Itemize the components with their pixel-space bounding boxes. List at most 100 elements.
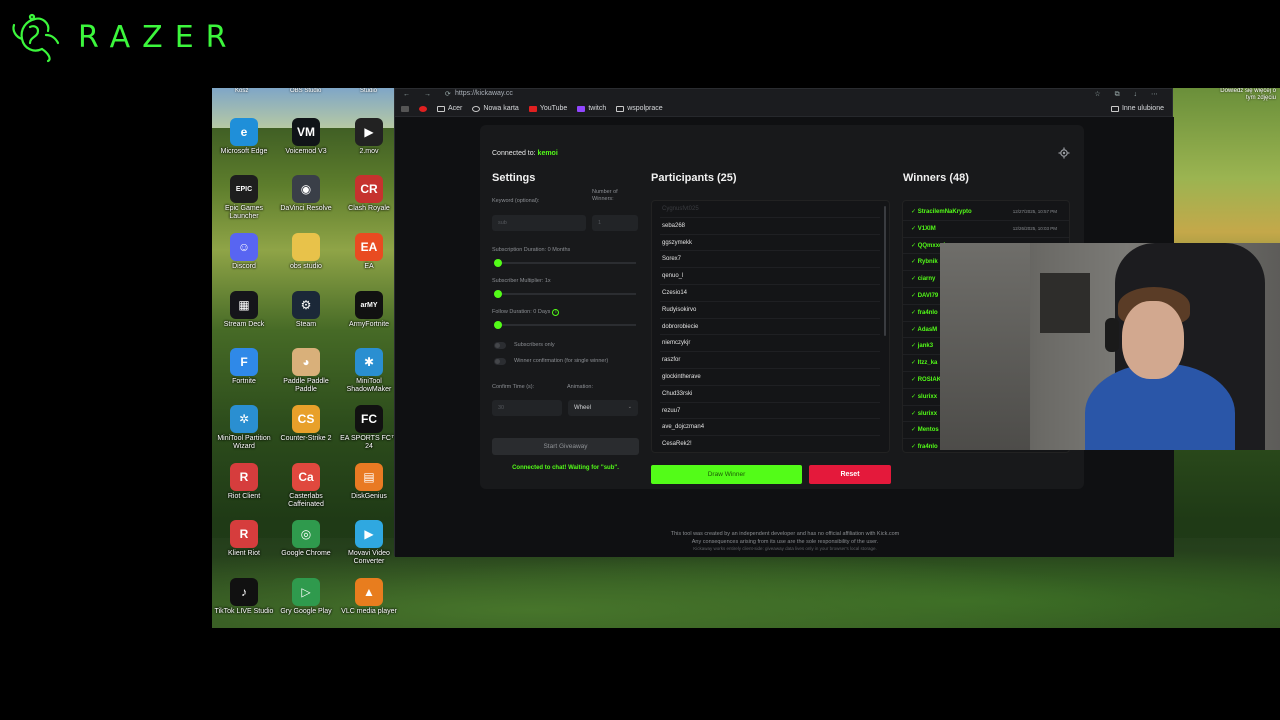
url-text[interactable]: https://kickaway.cc	[455, 90, 513, 97]
desktop-icon[interactable]: CS Counter-Strike 2	[275, 405, 337, 443]
slider-knob[interactable]	[494, 259, 502, 267]
follow-duration-slider[interactable]	[494, 321, 636, 329]
gear-icon[interactable]	[1058, 147, 1070, 159]
desktop-icon-label: Microsoft Edge	[220, 148, 268, 155]
check-icon: ✓	[911, 209, 918, 215]
desktop-icon-label: Voicemod V3	[285, 148, 327, 155]
participants-list[interactable]: Cygnusfvt025 seba268 ggszymekk Sorex7 qenuo…	[651, 200, 890, 453]
desktop-icon[interactable]: R Riot Client	[213, 463, 275, 501]
edge-icon: e	[230, 118, 258, 146]
desktop-icon[interactable]: ▦ Stream Deck	[213, 291, 275, 329]
bookmark-wspolprace[interactable]: wspolprace	[616, 105, 663, 112]
desktop-icon-label: Fortnite	[232, 378, 256, 385]
bookmark-new-tab[interactable]: Nowa karta	[472, 105, 519, 112]
desktop-icon-label: Casterlabs Caffeinated	[288, 493, 324, 508]
extensions-icons[interactable]: ☆ ⧉ ↓ ⋯	[1094, 90, 1164, 99]
stream-deck-icon: ▦	[230, 291, 258, 319]
participant-row: niemczykjr	[660, 335, 880, 353]
desktop-icon[interactable]: FC EA SPORTS FC™ 24	[338, 405, 400, 451]
desktop-icon[interactable]: ⚙ Steam	[275, 291, 337, 329]
sub-duration-label: Subscription Duration: 0 Months	[492, 247, 571, 253]
desktop-icon-label: ArmyFortnite	[348, 321, 390, 328]
draw-winner-button[interactable]: Draw Winner	[651, 465, 802, 484]
razer-snake-icon	[12, 13, 60, 63]
winner-confirmation-toggle[interactable]	[494, 358, 506, 365]
participant-row: Sorex7	[660, 251, 880, 269]
desktop-icon[interactable]: Ca Casterlabs Caffeinated	[275, 463, 337, 509]
subscribers-only-toggle[interactable]	[494, 342, 506, 349]
winner-confirmation-label: Winner confirmation (for single winner)	[514, 358, 609, 364]
address-bar[interactable]: ← → ⟳ https://kickaway.cc ☆ ⧉ ↓ ⋯	[395, 89, 1172, 101]
desktop-icon[interactable]: ◕ Paddle Paddle Paddle	[275, 348, 337, 394]
razer-brand-text: RAZER	[78, 19, 239, 55]
bookmark-other-favorites[interactable]: Inne ulubione	[1110, 105, 1164, 112]
minitool-partition-icon: ✲	[230, 405, 258, 433]
desktop-icon[interactable]: ◎ Google Chrome	[275, 520, 337, 558]
reset-button[interactable]: Reset	[809, 465, 891, 484]
desktop-icon[interactable]: ▤ DiskGenius	[338, 463, 400, 501]
animation-select[interactable]: Wheel ⌄	[568, 400, 638, 416]
desktop-icon[interactable]: ▶ Movavi Video Converter	[338, 520, 400, 566]
desktop-icon-label: Stream Deck	[223, 321, 265, 328]
slider-knob[interactable]	[494, 290, 502, 298]
confirm-time-input[interactable]: 30	[492, 400, 562, 416]
desktop-icon[interactable]: ◉ DaVinci Resolve	[275, 175, 337, 213]
sub-multiplier-slider[interactable]	[494, 290, 636, 298]
desktop-icon-label: 2.mov	[359, 148, 379, 155]
animation-label: Animation:	[567, 384, 593, 390]
winner-name: Mentos	[917, 427, 939, 434]
desktop-icon[interactable]: VM Voicemod V3	[275, 118, 337, 156]
winners-count-input[interactable]: 1	[592, 215, 638, 231]
ea-sports-fc-icon: FC	[355, 405, 383, 433]
scrollbar[interactable]	[884, 206, 886, 336]
desktop-icon-label: DaVinci Resolve	[280, 205, 332, 212]
winner-timestamp: 12/26/2025, 10:03 PM	[1012, 225, 1057, 231]
bookmark-youtube[interactable]: YouTube	[528, 105, 567, 112]
check-icon: ✓	[911, 427, 918, 434]
desktop-icon-label: obs studio	[290, 263, 322, 270]
bookmark-history-icon[interactable]	[401, 105, 409, 112]
desktop-icon[interactable]: ☺ Discord	[213, 233, 275, 271]
desktop-icon[interactable]: e Microsoft Edge	[213, 118, 275, 156]
sub-duration-slider[interactable]	[494, 259, 636, 267]
participant-row: Czesio14	[660, 285, 880, 302]
bookmark-youtube-fav-icon[interactable]	[419, 105, 427, 112]
chat-status: Connected to chat! Waiting for "sub".	[512, 465, 619, 471]
winner-name: slurixx	[917, 410, 938, 417]
winner-name: AdasM	[917, 326, 938, 333]
desktop-icon[interactable]: F Fortnite	[213, 348, 275, 386]
winner-name: ROSIAK	[917, 376, 942, 383]
desktop-icon[interactable]: ▷ Gry Google Play	[275, 578, 337, 616]
winner-name: ciarny	[917, 276, 936, 283]
desktop-icon[interactable]: EA EA	[338, 233, 400, 271]
winner-name: V1XIM	[917, 225, 936, 232]
desktop-icon[interactable]: ▲ VLC media player	[338, 578, 400, 616]
winners-title: Winners (48)	[903, 172, 969, 184]
participant-row: rezuu7	[660, 403, 880, 420]
desktop-icon[interactable]: obs studio	[275, 233, 337, 271]
webcam-overlay	[940, 243, 1280, 450]
winner-name: Itzz_ka	[917, 360, 938, 367]
desktop-icon[interactable]: arMY ArmyFortnite	[338, 291, 400, 329]
youtube-icon	[528, 105, 537, 112]
wallpaper-info-text[interactable]: Dowiedz się więcej o tym zdjęciu	[1216, 88, 1276, 102]
list-item: Cygnusfvt025	[660, 201, 880, 218]
keyword-input[interactable]: sub	[492, 215, 586, 231]
desktop-icon[interactable]: ▶ 2.mov	[338, 118, 400, 156]
desktop-icon[interactable]: ♪ TikTok LIVE Studio	[213, 578, 275, 616]
start-giveaway-button[interactable]: Start Giveaway	[492, 438, 639, 455]
bookmark-acer[interactable]: Acer	[437, 105, 462, 112]
info-icon[interactable]: i	[552, 309, 560, 316]
desktop-icon[interactable]: CR Clash Royale	[338, 175, 400, 213]
nav-buttons[interactable]: ← → ⟳	[403, 90, 457, 98]
desktop-icon[interactable]: ✲ MiniTool Partition Wizard	[213, 405, 275, 451]
desktop-icon[interactable]: ✱ MiniTool ShadowMaker	[338, 348, 400, 394]
desktop-icon-label: Klient Riot	[228, 550, 260, 557]
clash-royale-icon: CR	[355, 175, 383, 203]
bookmark-twitch[interactable]: twitch	[577, 105, 606, 112]
winner-row: ✓ StracilemNaKrypto 12/27/2025, 10:57 PM	[903, 204, 1069, 221]
desktop-icon[interactable]: R Klient Riot	[213, 520, 275, 558]
footer-line-2: Any consequences arising from its use ar…	[691, 539, 879, 545]
slider-knob[interactable]	[494, 321, 502, 329]
desktop-icon[interactable]: EPIC Epic Games Launcher	[213, 175, 275, 221]
